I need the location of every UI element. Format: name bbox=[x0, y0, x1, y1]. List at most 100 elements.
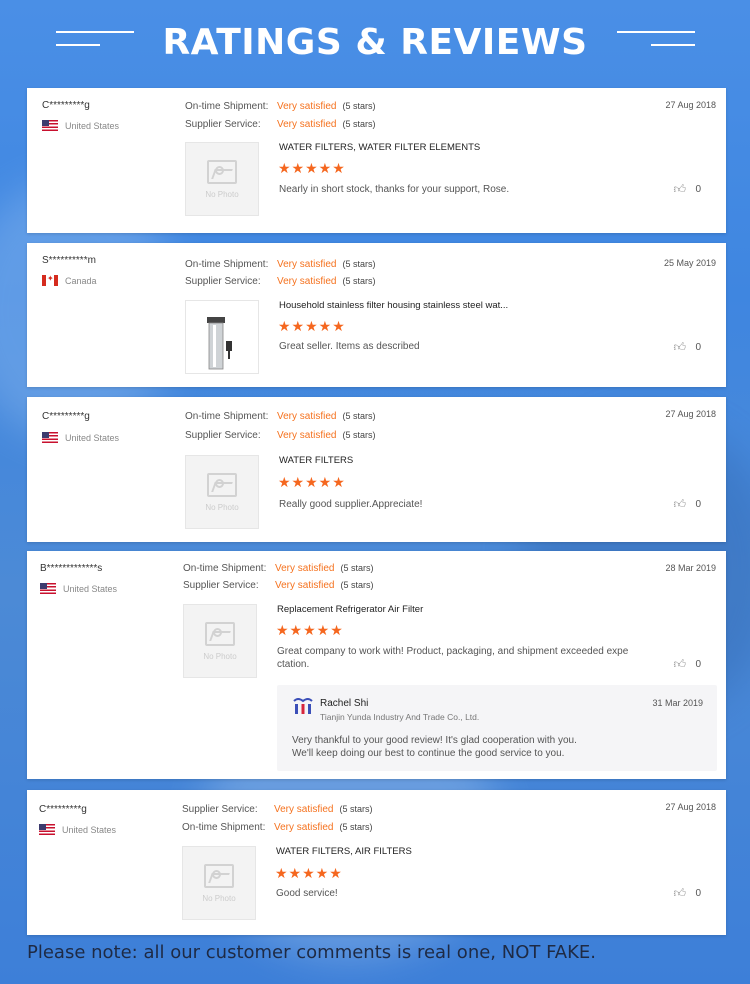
ontime-rating: On-time Shipment: Very satisfied (5 star… bbox=[185, 411, 376, 422]
review-card: B*************s United States On-time Sh… bbox=[27, 551, 726, 779]
supplier-stars: (5 stars) bbox=[339, 804, 373, 814]
like-button[interactable]: 👍︎ 0 bbox=[673, 498, 701, 511]
no-photo-label: No Photo bbox=[203, 651, 237, 661]
country-label: United States bbox=[65, 120, 120, 131]
supplier-logo-icon bbox=[293, 698, 313, 714]
ontime-value: Very satisfied bbox=[275, 563, 335, 574]
no-photo-label: No Photo bbox=[205, 189, 239, 199]
ontime-label: On-time Shipment: bbox=[185, 259, 269, 270]
product-image[interactable]: No Photo bbox=[182, 846, 256, 920]
ontime-stars: (5 stars) bbox=[342, 411, 376, 421]
supplier-rating: Supplier Service: Very satisfied (5 star… bbox=[185, 119, 376, 130]
product-image[interactable]: No Photo bbox=[185, 142, 259, 216]
ontime-label: On-time Shipment: bbox=[182, 822, 266, 833]
star-rating: ★★★★★ bbox=[278, 318, 346, 334]
like-button[interactable]: 👍︎ 0 bbox=[673, 658, 701, 671]
ontime-label: On-time Shipment: bbox=[185, 411, 269, 422]
supplier-reply: Rachel Shi Tianjin Yunda Industry And Tr… bbox=[277, 685, 717, 771]
product-image[interactable]: No Photo bbox=[183, 604, 257, 678]
reply-text: Very thankful to your good review! It's … bbox=[292, 734, 577, 760]
product-image[interactable] bbox=[185, 300, 259, 374]
reviewer-country: United States bbox=[39, 824, 116, 835]
like-button[interactable]: 👍︎ 0 bbox=[673, 341, 701, 354]
supplier-rating: Supplier Service: Very satisfied (5 star… bbox=[183, 580, 374, 591]
supplier-rating: Supplier Service: Very satisfied (5 star… bbox=[182, 804, 373, 815]
supplier-value: Very satisfied bbox=[274, 804, 334, 815]
supplier-label: Supplier Service: bbox=[185, 430, 261, 441]
ontime-rating: On-time Shipment: Very satisfied (5 star… bbox=[183, 563, 374, 574]
like-count: 0 bbox=[695, 184, 701, 195]
us-flag-icon bbox=[40, 583, 56, 594]
review-comment: Great seller. Items as described bbox=[279, 341, 420, 352]
like-button[interactable]: 👍︎ 0 bbox=[673, 887, 701, 900]
ontime-value: Very satisfied bbox=[277, 411, 337, 422]
supplier-stars: (5 stars) bbox=[342, 430, 376, 440]
product-image[interactable]: No Photo bbox=[185, 455, 259, 529]
page-title: RATINGS & REVIEWS bbox=[162, 21, 588, 63]
disclaimer-note: Please note: all our customer comments i… bbox=[27, 942, 597, 963]
canada-flag-icon bbox=[42, 275, 58, 286]
review-comment-line: ctation. bbox=[277, 659, 310, 670]
reviewer-name: C*********g bbox=[42, 411, 90, 422]
supplier-value: Very satisfied bbox=[275, 580, 335, 591]
supplier-label: Supplier Service: bbox=[185, 276, 261, 287]
review-comment: Great company to work with! Product, pac… bbox=[277, 645, 657, 671]
review-card: C*********g United States On-time Shipme… bbox=[27, 88, 726, 233]
supplier-value: Very satisfied bbox=[277, 119, 337, 130]
ontime-rating: On-time Shipment: Very satisfied (5 star… bbox=[185, 259, 376, 270]
review-comment: Nearly in short stock, thanks for your s… bbox=[279, 184, 510, 195]
country-label: United States bbox=[65, 432, 120, 443]
product-title[interactable]: Household stainless filter housing stain… bbox=[279, 300, 508, 311]
star-rating: ★★★★★ bbox=[278, 160, 346, 176]
thumbs-up-icon: 👍︎ bbox=[673, 657, 686, 671]
supplier-label: Supplier Service: bbox=[183, 580, 259, 591]
image-placeholder-icon bbox=[207, 159, 237, 184]
reply-author: Rachel Shi bbox=[320, 698, 369, 709]
thumbs-up-icon: 👍︎ bbox=[673, 182, 686, 196]
supplier-rating: Supplier Service: Very satisfied (5 star… bbox=[185, 276, 376, 287]
header: RATINGS & REVIEWS bbox=[0, 0, 750, 84]
ontime-rating: On-time Shipment: Very satisfied (5 star… bbox=[185, 101, 376, 112]
reviewer-country: United States bbox=[40, 583, 117, 594]
supplier-value: Very satisfied bbox=[277, 276, 337, 287]
us-flag-icon bbox=[39, 824, 55, 835]
product-title[interactable]: Replacement Refrigerator Air Filter bbox=[277, 604, 423, 615]
ontime-label: On-time Shipment: bbox=[185, 101, 269, 112]
image-placeholder-icon bbox=[204, 863, 234, 888]
review-card: C*********g United States Supplier Servi… bbox=[27, 790, 726, 935]
supplier-stars: (5 stars) bbox=[342, 276, 376, 286]
reviewer-name: C*********g bbox=[42, 100, 90, 111]
us-flag-icon bbox=[42, 432, 58, 443]
review-date: 27 Aug 2018 bbox=[665, 409, 716, 419]
product-title[interactable]: WATER FILTERS, WATER FILTER ELEMENTS bbox=[279, 142, 480, 153]
supplier-label: Supplier Service: bbox=[182, 804, 258, 815]
supplier-stars: (5 stars) bbox=[340, 580, 374, 590]
reviewer-country: United States bbox=[42, 120, 119, 131]
review-card: S**********m Canada On-time Shipment: Ve… bbox=[27, 243, 726, 387]
like-count: 0 bbox=[695, 888, 701, 899]
review-comment: Really good supplier.Appreciate! bbox=[279, 499, 423, 510]
supplier-rating: Supplier Service: Very satisfied (5 star… bbox=[185, 430, 376, 441]
thumbs-up-icon: 👍︎ bbox=[673, 497, 686, 511]
reviewer-country: Canada bbox=[42, 275, 97, 286]
like-button[interactable]: 👍︎ 0 bbox=[673, 183, 701, 196]
ontime-value: Very satisfied bbox=[277, 259, 337, 270]
thumbs-up-icon: 👍︎ bbox=[673, 340, 686, 354]
product-title[interactable]: WATER FILTERS bbox=[279, 455, 353, 466]
like-count: 0 bbox=[695, 342, 701, 353]
review-date: 27 Aug 2018 bbox=[665, 100, 716, 110]
reviewer-name: S**********m bbox=[42, 255, 96, 266]
star-rating: ★★★★★ bbox=[275, 865, 343, 881]
reviewer-name: C*********g bbox=[39, 804, 87, 815]
review-date: 27 Aug 2018 bbox=[665, 802, 716, 812]
ontime-stars: (5 stars) bbox=[342, 101, 376, 111]
review-card: C*********g United States On-time Shipme… bbox=[27, 397, 726, 542]
ontime-stars: (5 stars) bbox=[342, 259, 376, 269]
ontime-stars: (5 stars) bbox=[340, 563, 374, 573]
reply-date: 31 Mar 2019 bbox=[652, 698, 703, 708]
star-rating: ★★★★★ bbox=[276, 622, 344, 638]
reply-text-line: Very thankful to your good review! It's … bbox=[292, 735, 577, 746]
review-comment-line: Great company to work with! Product, pac… bbox=[277, 646, 629, 657]
product-title[interactable]: WATER FILTERS, AIR FILTERS bbox=[276, 846, 412, 857]
supplier-value: Very satisfied bbox=[277, 430, 337, 441]
